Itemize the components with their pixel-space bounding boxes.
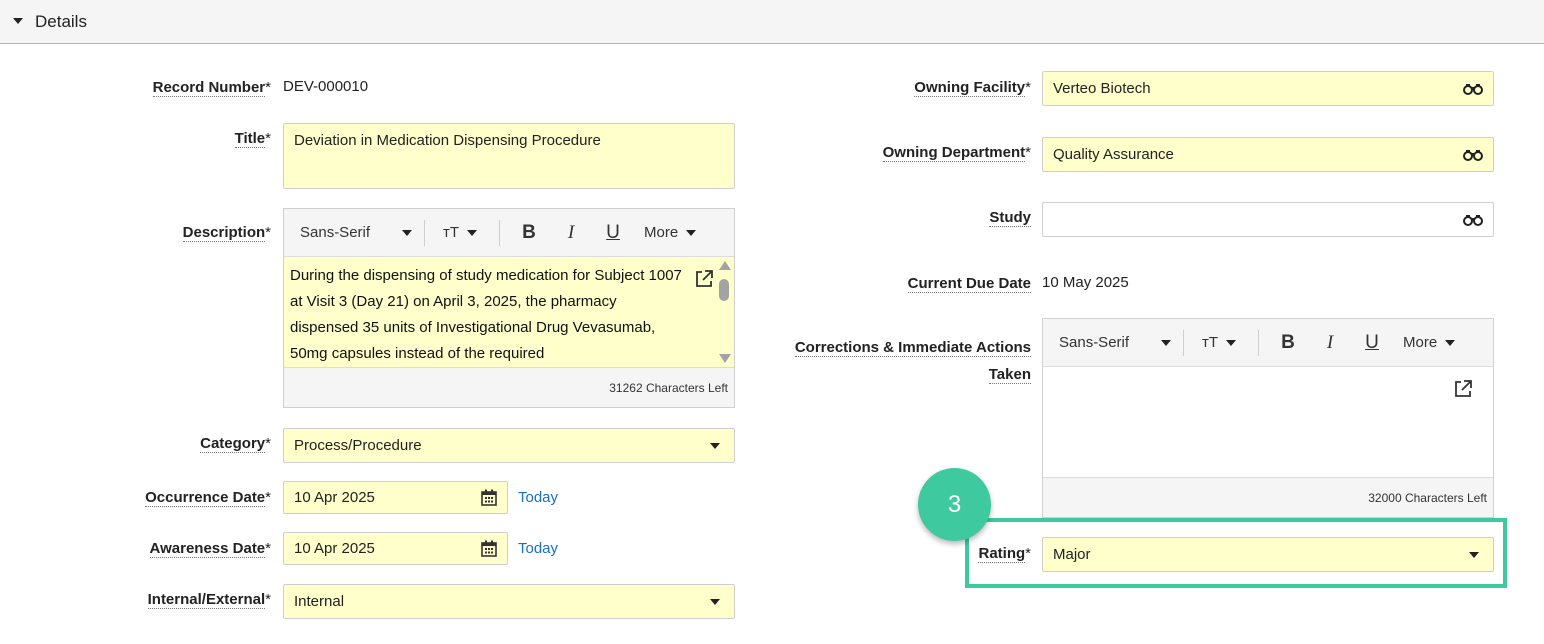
corrections-text-area[interactable] [1043,367,1493,477]
occurrence-date-label: Occurrence Date* [145,489,271,507]
owning-facility-lookup[interactable]: Verteo Biotech [1042,71,1494,106]
rating-highlight-box [965,518,1507,588]
current-due-date-label: Current Due Date [907,275,1031,293]
italic-button[interactable]: I [1309,332,1351,354]
owning-department-label: Owning Department* [882,144,1031,162]
record-number-value: DEV-000010 [283,78,369,95]
corrections-toolbar: Sans-Serif тT B I U More [1043,319,1493,367]
title-label: Title* [234,130,271,148]
scroll-thumb[interactable] [719,279,729,301]
caret-down-icon [1161,339,1171,346]
popout-icon[interactable] [1453,379,1473,399]
owning-facility-label: Owning Facility* [914,79,1031,97]
toolbar-separator [424,219,425,246]
description-toolbar: Sans-Serif тT B I U More [284,209,734,257]
popout-icon[interactable] [694,269,714,289]
section-title: Details [35,12,87,31]
bold-button[interactable]: B [1267,332,1309,354]
font-size-icon: тT [1202,334,1219,351]
calendar-icon[interactable] [481,489,497,506]
underline-button[interactable]: U [1351,332,1393,354]
current-due-date-value: 10 May 2025 [1042,274,1129,291]
occurrence-today-link[interactable]: Today [518,489,558,506]
description-text-area[interactable]: During the dispensing of study medicatio… [284,257,734,367]
internal-external-select[interactable]: Internal [283,584,735,619]
binoculars-icon[interactable] [1463,149,1483,161]
awareness-date-input[interactable]: 10 Apr 2025 [283,532,508,565]
font-family-dropdown[interactable]: Sans-Serif [284,224,416,241]
awareness-today-link[interactable]: Today [518,540,558,557]
toolbar-separator [499,219,501,246]
font-size-icon: тT [443,224,460,241]
caret-down-icon [686,229,697,236]
caret-down-icon [1226,339,1237,346]
owning-department-lookup[interactable]: Quality Assurance [1042,137,1494,172]
internal-external-label: Internal/External* [147,591,271,609]
underline-button[interactable]: U [592,222,634,244]
title-input[interactable]: Deviation in Medication Dispensing Proce… [283,123,735,189]
category-label: Category* [200,435,271,453]
corrections-chars-left: 32000 Characters Left [1043,477,1493,517]
description-label: Description* [182,224,271,242]
caret-down-icon [1445,339,1456,346]
awareness-date-label: Awareness Date* [149,540,271,558]
more-dropdown[interactable]: More [634,224,700,241]
binoculars-icon[interactable] [1463,83,1483,95]
corrections-editor[interactable]: Sans-Serif тT B I U More 32000 Character… [1042,318,1494,518]
toolbar-separator [1258,329,1260,356]
description-text: During the dispensing of study medicatio… [290,267,682,362]
caret-down-icon [710,442,720,449]
toolbar-separator [1183,329,1184,356]
caret-down-icon [710,598,720,605]
font-family-dropdown[interactable]: Sans-Serif [1043,334,1175,351]
study-label: Study [989,209,1031,227]
category-select[interactable]: Process/Procedure [283,428,735,463]
details-section-header[interactable]: Details [0,0,1544,44]
binoculars-icon[interactable] [1463,214,1483,226]
step-number-badge: 3 [918,468,991,541]
collapse-caret-icon[interactable] [13,18,23,24]
description-scrollbar[interactable] [717,257,731,367]
more-dropdown[interactable]: More [1393,334,1459,351]
study-lookup[interactable] [1042,202,1494,237]
corrections-label: Corrections & Immediate Actions Taken [794,339,1031,384]
font-size-dropdown[interactable]: тT [1192,334,1250,351]
font-size-dropdown[interactable]: тT [433,224,491,241]
description-editor[interactable]: Sans-Serif тT B I U More During the disp… [283,208,735,408]
calendar-icon[interactable] [481,540,497,557]
corrections-text [1043,367,1493,373]
description-chars-left: 31262 Characters Left [284,367,734,407]
caret-down-icon [467,229,478,236]
record-number-label: Record Number* [152,79,271,97]
scroll-down-icon[interactable] [719,354,731,363]
occurrence-date-input[interactable]: 10 Apr 2025 [283,481,508,514]
italic-button[interactable]: I [550,222,592,244]
bold-button[interactable]: B [508,222,550,244]
caret-down-icon [402,229,412,236]
scroll-up-icon[interactable] [719,261,731,270]
